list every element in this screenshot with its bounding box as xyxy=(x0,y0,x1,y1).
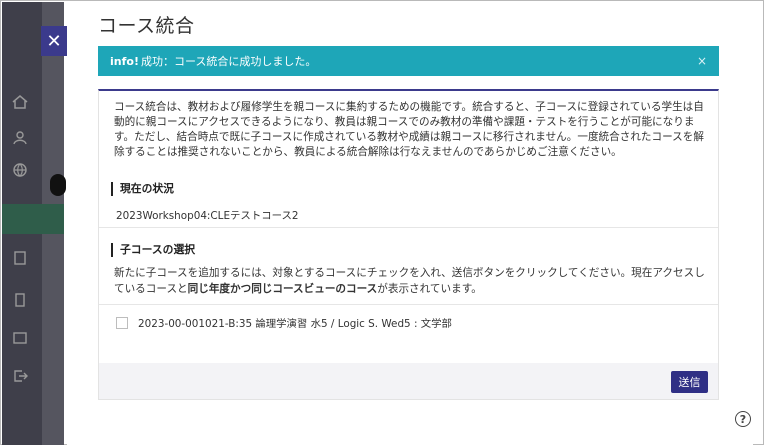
current-status-heading: 現在の状況 xyxy=(111,182,174,196)
close-button[interactable]: ✕ xyxy=(41,26,67,56)
course-label: 2023-00-001021-B:35 論理学演習 水5 / Logic S. … xyxy=(138,318,452,330)
child-course-heading: 子コースの選択 xyxy=(111,243,195,257)
sidebar-avatar xyxy=(50,174,66,196)
help-icon[interactable]: ? xyxy=(735,411,751,427)
success-alert: info! 成功：コース統合に成功しました。 × xyxy=(98,46,719,76)
divider xyxy=(99,227,718,228)
home-icon xyxy=(12,94,28,109)
document-icon xyxy=(12,292,28,307)
app-frame: ✕ コース統合 info! 成功：コース統合に成功しました。 × コース統合は、… xyxy=(0,0,764,446)
child-desc-emphasis: 同じ年度かつ同じコースビューのコース xyxy=(187,283,378,295)
user-icon xyxy=(12,130,28,145)
course-merge-panel: コース統合は、教材および履修学生を親コースに集約するための機能です。統合すると、… xyxy=(98,89,719,400)
sidebar-active-item xyxy=(2,204,64,234)
building-icon xyxy=(12,250,28,265)
alert-message: 成功：コース統合に成功しました。 xyxy=(140,55,317,68)
page-title: コース統合 xyxy=(98,15,195,37)
alert-label: info! xyxy=(110,54,139,68)
current-course: 2023Workshop04:CLEテストコース2 xyxy=(116,210,299,222)
submit-button[interactable]: 送信 xyxy=(671,371,708,393)
background-sidebar xyxy=(2,2,66,445)
description-text: コース統合は、教材および履修学生を親コースに集約するための機能です。統合すると、… xyxy=(114,101,704,158)
globe-icon xyxy=(12,162,28,177)
logout-icon xyxy=(12,368,28,382)
course-checkbox[interactable] xyxy=(116,316,128,329)
alert-close-icon[interactable]: × xyxy=(697,54,707,68)
image-icon xyxy=(12,330,28,344)
child-course-description: 新たに子コースを追加するには、対象とするコースにチェックを入れ、送信ボタンをクリ… xyxy=(114,265,709,297)
divider xyxy=(99,304,718,305)
list-item[interactable]: 2023-00-001021-B:35 論理学演習 水5 / Logic S. … xyxy=(116,315,452,330)
panel-footer: 送信 xyxy=(99,363,718,399)
child-desc-text-end: が表示されています。 xyxy=(377,283,482,295)
